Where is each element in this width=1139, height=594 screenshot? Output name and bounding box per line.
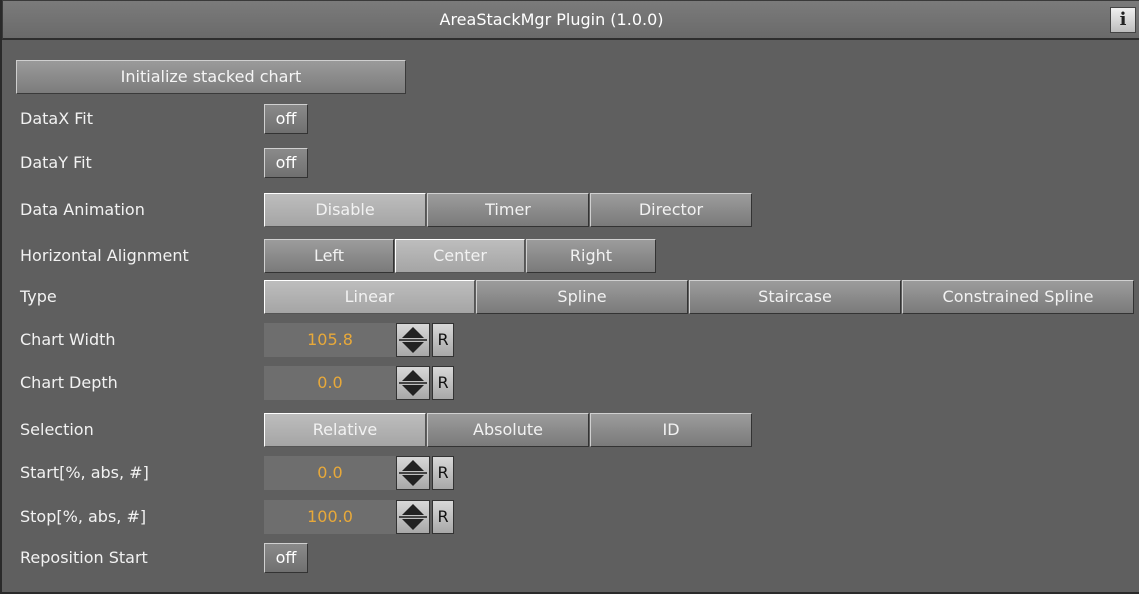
- arrow-down-icon[interactable]: [402, 342, 424, 353]
- chart-depth-spinner[interactable]: [396, 366, 430, 400]
- datax-fit-toggle[interactable]: off: [264, 104, 308, 134]
- selection-option-absolute[interactable]: Absolute: [427, 413, 589, 447]
- stop-input[interactable]: 100.0: [264, 500, 396, 534]
- chart-depth-reset-button[interactable]: R: [432, 366, 454, 400]
- spinner-divider: [399, 516, 427, 518]
- type-option-constrained-spline[interactable]: Constrained Spline: [902, 280, 1134, 314]
- reposition-start-toggle[interactable]: off: [264, 543, 308, 573]
- spinner-divider: [399, 339, 427, 341]
- arrow-down-icon[interactable]: [402, 385, 424, 396]
- selection-option-id[interactable]: ID: [590, 413, 752, 447]
- datay-fit-label: DataY Fit: [20, 153, 92, 172]
- arrow-down-icon[interactable]: [402, 475, 424, 486]
- horizontal-alignment-option-right[interactable]: Right: [526, 239, 656, 273]
- spinner-divider: [399, 472, 427, 474]
- type-option-linear[interactable]: Linear: [264, 280, 475, 314]
- arrow-up-icon[interactable]: [402, 504, 424, 515]
- type-option-staircase[interactable]: Staircase: [689, 280, 901, 314]
- datax-fit-label: DataX Fit: [20, 109, 94, 128]
- data-animation-label: Data Animation: [20, 200, 145, 219]
- reposition-start-label: Reposition Start: [20, 548, 148, 567]
- data-animation-option-timer[interactable]: Timer: [427, 193, 589, 227]
- selection-option-relative[interactable]: Relative: [264, 413, 426, 447]
- horizontal-alignment-option-center[interactable]: Center: [395, 239, 525, 273]
- info-button[interactable]: i: [1110, 7, 1136, 33]
- chart-depth-input[interactable]: 0.0: [264, 366, 396, 400]
- start-label: Start[%, abs, #]: [20, 463, 149, 482]
- chart-width-input[interactable]: 105.8: [264, 323, 396, 357]
- chart-width-label: Chart Width: [20, 330, 116, 349]
- window-title: AreaStackMgr Plugin (1.0.0): [439, 10, 664, 29]
- start-spinner[interactable]: [396, 456, 430, 490]
- data-animation-option-director[interactable]: Director: [590, 193, 752, 227]
- arrow-down-icon[interactable]: [402, 519, 424, 530]
- start-input[interactable]: 0.0: [264, 456, 396, 490]
- datay-fit-toggle[interactable]: off: [264, 148, 308, 178]
- horizontal-alignment-option-left[interactable]: Left: [264, 239, 394, 273]
- chart-depth-label: Chart Depth: [20, 373, 118, 392]
- spinner-divider: [399, 382, 427, 384]
- arrow-up-icon[interactable]: [402, 327, 424, 338]
- chart-width-reset-button[interactable]: R: [432, 323, 454, 357]
- type-label: Type: [20, 287, 57, 306]
- arrow-up-icon[interactable]: [402, 460, 424, 471]
- stop-spinner[interactable]: [396, 500, 430, 534]
- stop-label: Stop[%, abs, #]: [20, 507, 147, 526]
- plugin-panel: AreaStackMgr Plugin (1.0.0) i Initialize…: [0, 0, 1139, 594]
- chart-width-spinner[interactable]: [396, 323, 430, 357]
- selection-label: Selection: [20, 420, 94, 439]
- arrow-up-icon[interactable]: [402, 370, 424, 381]
- type-option-spline[interactable]: Spline: [476, 280, 688, 314]
- initialize-stacked-chart-button[interactable]: Initialize stacked chart: [16, 60, 406, 94]
- stop-reset-button[interactable]: R: [432, 500, 454, 534]
- title-bar: AreaStackMgr Plugin (1.0.0) i: [2, 0, 1139, 40]
- horizontal-alignment-label: Horizontal Alignment: [20, 246, 189, 265]
- start-reset-button[interactable]: R: [432, 456, 454, 490]
- data-animation-option-disable[interactable]: Disable: [264, 193, 426, 227]
